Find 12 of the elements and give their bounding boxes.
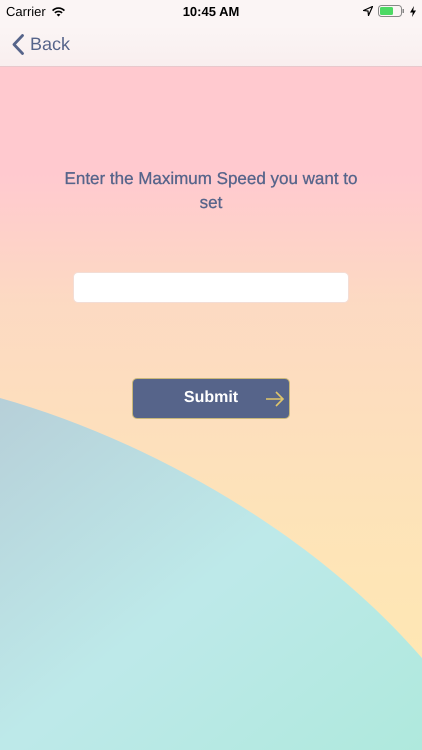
chevron-left-icon	[12, 34, 24, 54]
battery-icon	[378, 5, 405, 17]
location-arrow-icon	[363, 6, 373, 16]
submit-button[interactable]: Submit	[132, 378, 290, 419]
clock-time: 10:45 AM	[182, 4, 240, 18]
arrow-right-icon	[265, 390, 285, 408]
back-button[interactable]: Back	[0, 34, 70, 54]
carrier-label: Carrier	[6, 4, 46, 18]
charging-icon	[410, 6, 416, 16]
wifi-icon	[50, 6, 66, 16]
speed-input-field[interactable]	[73, 272, 349, 303]
speed-prompt: Enter the Maximum Speed you want to set	[64, 168, 358, 214]
